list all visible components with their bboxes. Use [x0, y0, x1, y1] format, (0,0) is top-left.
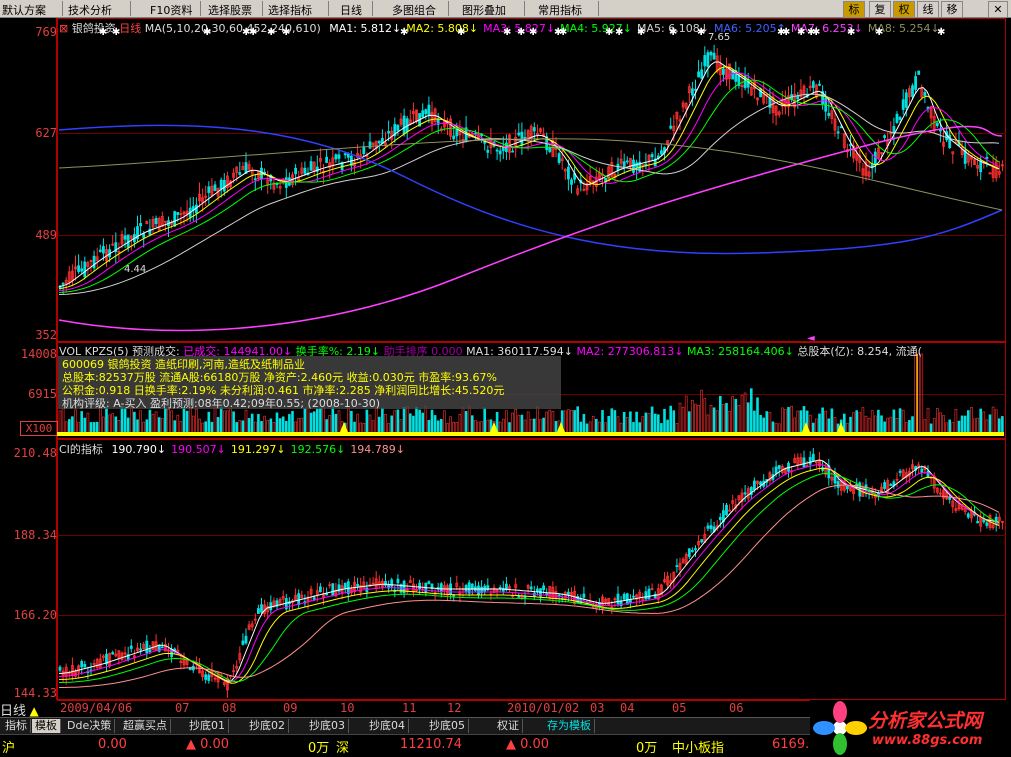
- date-label-9: 04: [620, 701, 635, 715]
- menu-common-indicators[interactable]: 常用指标: [538, 2, 582, 18]
- caret-up-icon[interactable]: ▲: [30, 704, 39, 718]
- ci-tick-166: 166.20: [13, 608, 57, 622]
- date-label-2: 08: [222, 701, 237, 715]
- toolbar-button-line[interactable]: 线: [917, 1, 939, 18]
- toolbar-button-rights[interactable]: 权: [893, 1, 915, 18]
- menu-daily[interactable]: 日线: [340, 2, 362, 18]
- price-tick-352: 352: [35, 328, 57, 342]
- svg-text:✱: ✱: [637, 27, 645, 38]
- svg-text:✱: ✱: [559, 27, 567, 38]
- toolbar-button-restore[interactable]: 复: [869, 1, 891, 18]
- sme-label: 中小板指: [672, 741, 725, 756]
- tab-3[interactable]: 超赢买点: [120, 719, 171, 733]
- ci-tick-188: 188.34: [13, 528, 57, 542]
- menu-multi-combo[interactable]: 多图组合: [392, 2, 436, 18]
- menu-f10[interactable]: F10资料: [150, 2, 192, 18]
- menu-bar: 默认方案 技术分析 F10资料 选择股票 选择指标 日线 多图组合 图形叠加 常…: [0, 0, 1011, 18]
- sh-value: 0.00: [98, 737, 127, 752]
- svg-text:✱: ✱: [503, 27, 511, 38]
- svg-text:✱: ✱: [400, 27, 408, 38]
- sz-change: ▲ 0.00: [506, 737, 550, 752]
- date-label-1: 07: [175, 701, 190, 715]
- tab-5[interactable]: 抄底02: [246, 719, 289, 733]
- menu-select-stock[interactable]: 选择股票: [208, 2, 252, 18]
- menu-overlay[interactable]: 图形叠加: [462, 2, 506, 18]
- price-tick-489: 489: [35, 228, 57, 242]
- svg-text:✱: ✱: [529, 27, 537, 38]
- tab-1[interactable]: 模板: [32, 719, 61, 733]
- svg-text:✱: ✱: [457, 27, 465, 38]
- date-label-4: 10: [340, 701, 355, 715]
- toolbar-button-mark[interactable]: 标: [843, 1, 865, 18]
- toolbar-button-move[interactable]: 移: [941, 1, 963, 18]
- svg-text:✱: ✱: [99, 27, 107, 38]
- svg-text:✱: ✱: [669, 27, 677, 38]
- low-price-label: 4.44: [124, 264, 147, 275]
- vol-tick-6915: 6915: [28, 387, 57, 401]
- stock-info-box: 600069 银鸽投资 造纸印刷,河南,造纸及纸制品业 总股本:82537万股 …: [58, 356, 561, 410]
- svg-text:✱: ✱: [875, 27, 883, 38]
- pinwheel-icon: [813, 701, 867, 755]
- date-label-3: 09: [283, 701, 298, 715]
- tab-0[interactable]: 指标: [2, 719, 31, 733]
- vol-tick-14008: 14008: [20, 347, 57, 361]
- menu-default-plan[interactable]: 默认方案: [2, 2, 46, 18]
- date-label-10: 05: [672, 701, 687, 715]
- tab-7[interactable]: 抄底04: [366, 719, 409, 733]
- svg-text:✱: ✱: [282, 27, 290, 38]
- svg-text:✱: ✱: [782, 27, 790, 38]
- price-tick-627: 627: [35, 126, 57, 140]
- tab-4[interactable]: 抄底01: [186, 719, 229, 733]
- tab-10[interactable]: 存为模板: [544, 719, 595, 733]
- svg-text:✱: ✱: [797, 27, 805, 38]
- svg-text:✱: ✱: [203, 27, 211, 38]
- site-logo: 分析家公式网 www.88gs.com: [810, 700, 1011, 756]
- date-label-7: 2010/01/02: [507, 701, 580, 715]
- vol-unit-label: X100: [20, 421, 58, 436]
- svg-text:✱: ✱: [697, 27, 705, 38]
- tab-6[interactable]: 抄底03: [306, 719, 349, 733]
- sh-change: ▲ 0.00: [186, 737, 230, 752]
- svg-text:✱: ✱: [267, 27, 275, 38]
- date-label-8: 03: [590, 701, 605, 715]
- date-axis-label: 日线 ▲: [0, 704, 39, 719]
- cursor-marker: ◄: [807, 333, 815, 342]
- vol-baseline: [57, 432, 1004, 436]
- svg-text:✱: ✱: [605, 27, 613, 38]
- ci-tick-210: 210.48: [13, 446, 57, 460]
- tab-8[interactable]: 抄底05: [426, 719, 469, 733]
- date-label-6: 12: [447, 701, 462, 715]
- sh-label: 沪: [2, 741, 16, 756]
- ci-tick-144: 144.33: [13, 686, 57, 700]
- sz-amount: 0万: [636, 741, 658, 756]
- date-label-5: 11: [402, 701, 417, 715]
- tab-2[interactable]: Dde决策: [64, 719, 116, 733]
- svg-text:✱: ✱: [812, 27, 820, 38]
- svg-text:✱: ✱: [249, 27, 257, 38]
- sz-label: 深: [336, 741, 350, 756]
- date-label-11: 06: [729, 701, 744, 715]
- high-price-label: 7.65: [708, 32, 731, 43]
- menu-select-indicator[interactable]: 选择指标: [268, 2, 312, 18]
- svg-text:✱: ✱: [937, 27, 945, 38]
- svg-text:✱: ✱: [112, 27, 120, 38]
- sh-amount: 0万: [308, 741, 330, 756]
- ci-chart: [58, 448, 1004, 698]
- sz-value: 11210.74: [400, 737, 463, 752]
- svg-text:✱: ✱: [615, 27, 623, 38]
- logo-url: www.88gs.com: [872, 733, 983, 748]
- close-icon[interactable]: ✕: [988, 1, 1008, 18]
- price-tick-769: 769: [35, 25, 57, 39]
- ma6-line: [58, 124, 1003, 255]
- menu-tech-analysis[interactable]: 技术分析: [68, 2, 112, 18]
- svg-text:✱: ✱: [517, 27, 525, 38]
- logo-title: 分析家公式网: [868, 710, 983, 732]
- tab-9[interactable]: 权证: [494, 719, 523, 733]
- price-chart: ✱ ✱ ✱ ✱✱ ✱ ✱ ✱ ✱ ✱ ✱ ✱ ✱✱ ✱ ✱ ✱ ✱ ✱ ✱✱ ✱ ✱✱ ✱ ✱ ✱◄: [58, 27, 1004, 342]
- date-label-0: 2009/04/06: [60, 701, 133, 715]
- svg-text:✱: ✱: [847, 27, 855, 38]
- sme-value: 6169.: [772, 737, 810, 752]
- stock-info-line-3: 机构评级: A-买入 盈利预测:08年0.42;09年0.55; (2008-1…: [62, 397, 381, 410]
